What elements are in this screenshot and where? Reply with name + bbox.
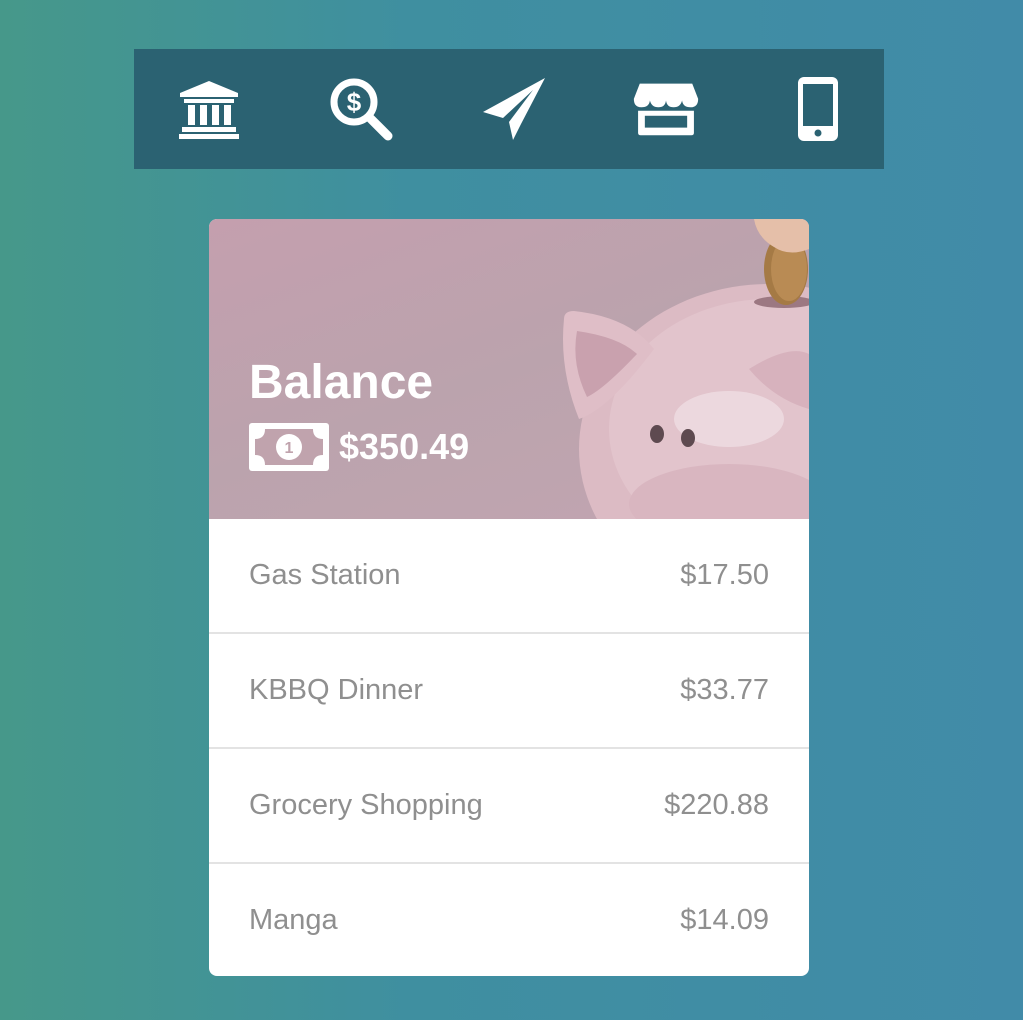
svg-text:$: $ [347, 87, 362, 117]
transaction-name: Grocery Shopping [249, 789, 483, 821]
paper-plane-icon [482, 78, 545, 140]
bank-icon [179, 81, 239, 139]
transaction-row[interactable]: Manga $14.09 [209, 864, 809, 976]
money-bill-icon: 1 [249, 423, 329, 471]
top-toolbar: $ [134, 49, 884, 169]
transaction-list: Gas Station $17.50 KBBQ Dinner $33.77 Gr… [209, 519, 809, 976]
balance-amount: $350.49 [339, 426, 470, 467]
balance-card: Balance 1 $350.49 Gas Station $17.50 KBB… [209, 219, 809, 976]
search-dollar-button[interactable]: $ [328, 74, 394, 144]
mobile-phone-icon [798, 77, 838, 141]
svg-text:1: 1 [285, 440, 294, 457]
store-button[interactable] [633, 74, 699, 144]
store-icon [633, 83, 698, 136]
transaction-name: KBBQ Dinner [249, 674, 424, 706]
send-button[interactable] [481, 74, 547, 144]
transaction-name: Gas Station [249, 559, 401, 591]
transaction-name: Manga [249, 904, 338, 936]
balance-title: Balance [249, 356, 434, 409]
balance-amount-row: 1 $350.49 [249, 423, 469, 471]
transaction-amount: $33.77 [680, 674, 769, 706]
mobile-button[interactable] [785, 74, 851, 144]
bank-button[interactable] [176, 74, 242, 144]
balance-hero: Balance 1 $350.49 [209, 219, 809, 519]
search-dollar-icon: $ [330, 78, 393, 141]
transaction-row[interactable]: Grocery Shopping $220.88 [209, 749, 809, 864]
transaction-amount: $14.09 [680, 904, 769, 936]
transaction-amount: $220.88 [664, 789, 769, 821]
transaction-row[interactable]: Gas Station $17.50 [209, 519, 809, 634]
transaction-amount: $17.50 [680, 559, 769, 591]
transaction-row[interactable]: KBBQ Dinner $33.77 [209, 634, 809, 749]
